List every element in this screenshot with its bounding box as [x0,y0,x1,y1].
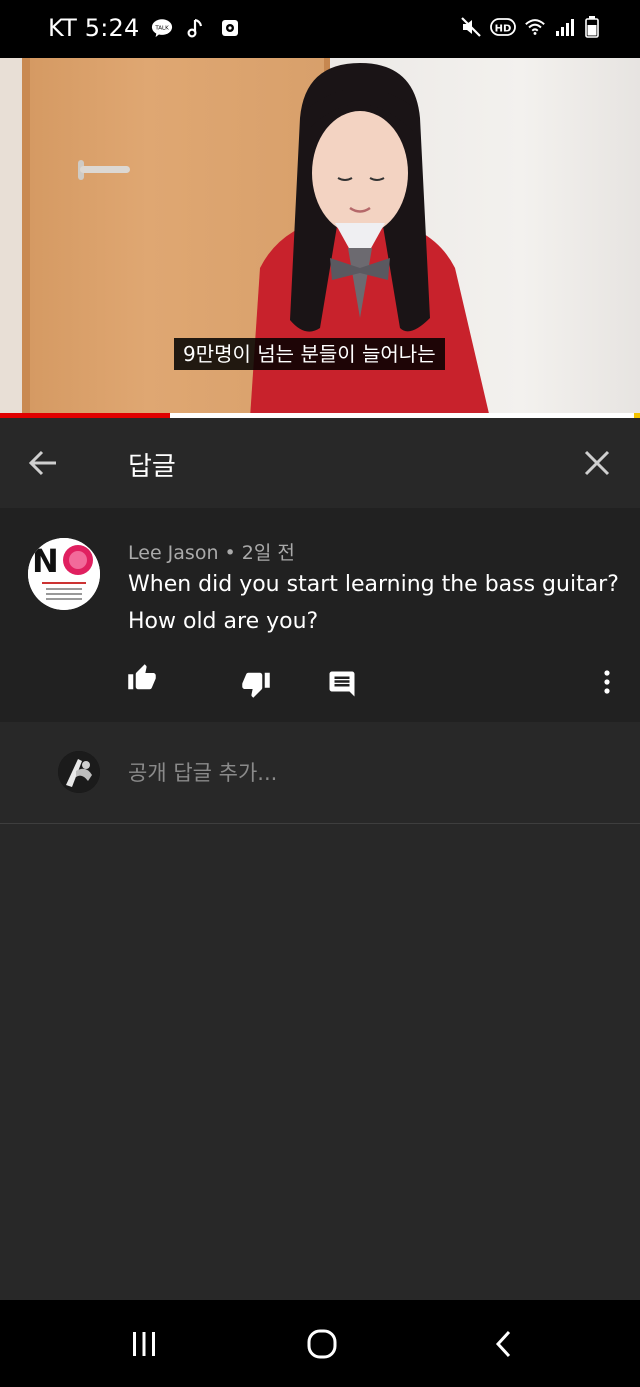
video-background [0,58,22,418]
carrier-time: KT 5:24 [48,14,140,42]
wifi-icon [524,16,546,38]
avatar[interactable]: N [28,538,100,610]
thumbs-down-icon [242,672,270,698]
svg-text:HD: HD [495,24,512,35]
close-button[interactable] [578,444,616,482]
dislike-button[interactable] [238,666,274,702]
status-left: KT 5:24 TALK [48,14,241,42]
add-reply-row [0,722,640,824]
reply-button[interactable] [324,666,360,702]
arrow-left-icon [28,450,56,476]
more-options-button[interactable] [590,664,624,700]
comment-time: 2일 전 [241,542,295,564]
music-note-icon [185,17,207,39]
meta-separator: • [224,542,242,564]
screen-record-icon [219,17,241,39]
more-vert-icon [604,670,610,694]
reply-input[interactable] [128,756,598,790]
comment-text-line: When did you start learning the bass gui… [128,572,619,597]
replies-title: 답글 [128,452,176,482]
hd-voice-icon: HD [490,16,516,38]
chevron-left-icon [495,1330,511,1358]
home-button[interactable] [300,1326,344,1362]
status-right: HD [460,16,600,38]
comment-text: When did you start learning the bass gui… [128,566,628,640]
kakaotalk-icon: TALK [151,17,173,39]
back-button[interactable] [24,444,62,482]
like-button[interactable] [124,660,160,696]
close-icon [584,450,610,476]
video-player[interactable]: 9만명이 넘는 분들이 늘어나는 [0,58,640,418]
status-bar: KT 5:24 TALK HD [0,0,640,58]
mute-icon [460,16,482,38]
video-subtitle: 9만명이 넘는 분들이 늘어나는 [174,338,445,370]
recents-button[interactable] [122,1326,166,1362]
comment-text-line: How old are you? [128,609,319,634]
recents-icon [133,1332,155,1356]
my-avatar [58,751,100,793]
replies-header: 답글 [0,418,640,508]
comment-card: N Lee Jason • 2일 전 When did you start le… [0,508,640,722]
comment-author[interactable]: Lee Jason [128,542,218,564]
empty-area [0,824,640,1300]
svg-text:N: N [32,542,59,580]
back-nav-button[interactable] [482,1326,526,1362]
comment-icon [329,671,355,697]
door-handle [78,141,134,180]
signal-icon [554,16,576,38]
thumbs-up-icon [128,664,156,690]
comment-meta: Lee Jason • 2일 전 [128,538,295,565]
svg-text:TALK: TALK [155,25,170,31]
navigation-bar [0,1300,640,1387]
home-icon [307,1329,337,1359]
battery-icon [584,16,600,38]
